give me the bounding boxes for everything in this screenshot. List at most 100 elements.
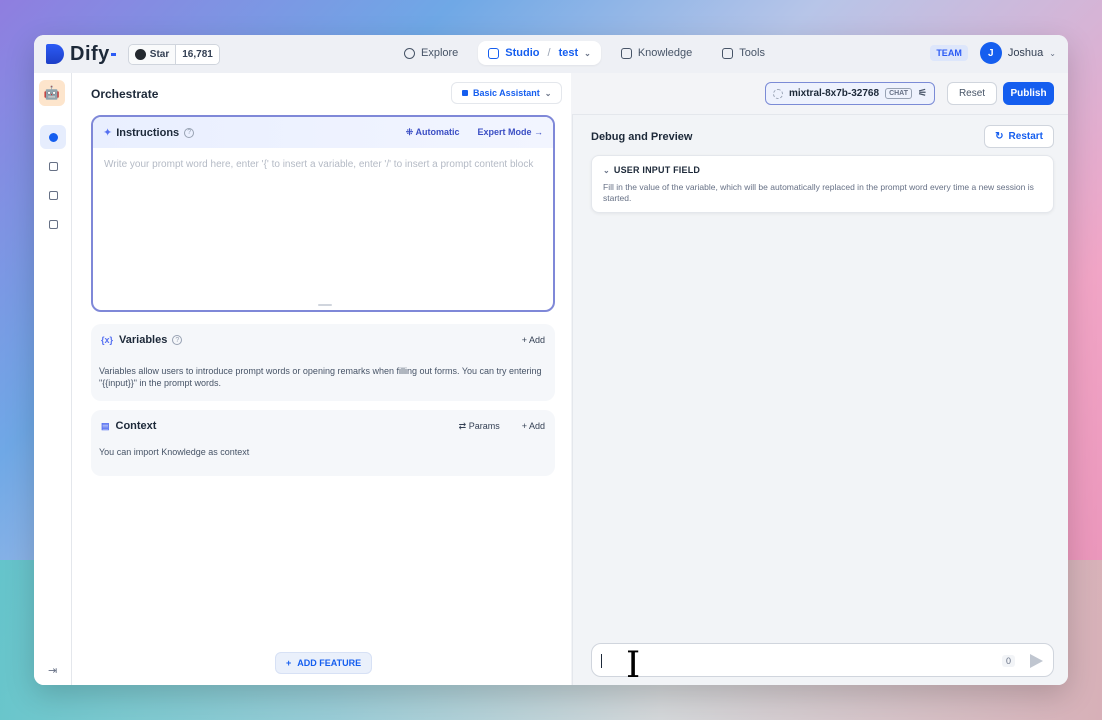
chevron-down-icon: ⌄ (603, 165, 610, 175)
arrow-right-icon: → (531, 127, 543, 137)
dify-logo[interactable]: Dify (46, 43, 116, 66)
logo-dot (110, 52, 116, 56)
nav-knowledge[interactable]: Knowledge (611, 41, 702, 65)
plus-icon: + (521, 420, 529, 431)
user-input-field-card: ⌄ USER INPUT FIELD Fill in the value of … (591, 155, 1054, 213)
app-switcher[interactable]: test (559, 47, 579, 59)
debug-header-divider (572, 114, 1068, 115)
dify-logo-mark (46, 44, 64, 64)
add-feature-button[interactable]: + ADD FEATURE (275, 652, 373, 674)
user-input-field-title: USER INPUT FIELD (613, 165, 701, 175)
publish-button[interactable]: Publish (1003, 82, 1054, 105)
plus-icon: + (521, 335, 529, 345)
model-name: mixtral-8x7b-32768 (789, 88, 880, 99)
collapse-sidebar-icon[interactable]: ⇥ (48, 664, 57, 677)
send-icon[interactable] (1030, 654, 1043, 668)
github-star-count[interactable]: 16,781 (176, 44, 219, 64)
nav-tools-label: Tools (739, 47, 765, 59)
nav-tools[interactable]: Tools (712, 41, 775, 65)
model-selector[interactable]: mixtral-8x7b-32768 CHAT ⚟ (765, 82, 935, 105)
variables-card: {x} Variables ? + Add Variables allow us… (91, 324, 555, 401)
help-icon[interactable]: ? (184, 127, 195, 138)
variables-actions: + Add (522, 335, 545, 345)
app-mode-selector[interactable]: Basic Assistant ⌄ (451, 82, 563, 104)
document-icon: ▤ (101, 420, 110, 431)
nav-separator: / (547, 47, 551, 59)
context-actions: ⇄ Params + Add (459, 421, 545, 432)
dify-logo-text: Dify (70, 42, 110, 65)
gear-icon (48, 132, 58, 142)
model-provider-icon (773, 88, 783, 99)
team-badge: TEAM (930, 45, 968, 61)
reset-button[interactable]: Reset (947, 82, 997, 105)
add-context-button[interactable]: + Add (522, 421, 545, 432)
app-icon[interactable]: 🤖 (39, 80, 65, 106)
sidebar-item-orchestrate[interactable] (40, 125, 66, 149)
instructions-title: Instructions (116, 126, 180, 139)
refresh-icon: ↻ (995, 131, 1004, 142)
github-star-label: Star (149, 48, 170, 60)
expert-mode-button[interactable]: Expert Mode → (477, 127, 543, 138)
automatic-label: Automatic (415, 127, 460, 137)
text-cursor-icon: I (626, 645, 641, 686)
nav-studio-label: Studio (505, 47, 540, 59)
plus-icon: + (286, 658, 292, 668)
add-variable-button[interactable]: + Add (522, 335, 545, 345)
variables-header: {x} Variables ? + Add (91, 324, 555, 356)
nav-knowledge-label: Knowledge (637, 47, 693, 59)
add-context-label: Add (528, 420, 545, 431)
github-star-widget[interactable]: Star 16,781 (127, 43, 220, 65)
debug-title: Debug and Preview (591, 131, 693, 143)
restart-button[interactable]: ↻ Restart (984, 125, 1054, 148)
params-button[interactable]: ⇄ Params (459, 421, 500, 432)
orchestrate-panel: Orchestrate Basic Assistant ⌄ ✦ Instruct… (72, 73, 571, 685)
help-icon[interactable]: ? (172, 335, 183, 345)
variable-icon: {x} (101, 335, 114, 345)
terminal-icon (48, 190, 58, 200)
main-nav: Explore Studio / test ⌄ Knowledge Tools (394, 41, 775, 65)
debug-panel: Debug and Preview ↻ Restart ⌄ USER INPUT… (572, 114, 1068, 685)
params-label: Params (468, 420, 500, 431)
user-input-field-description: Fill in the value of the variable, which… (603, 182, 1034, 203)
user-menu[interactable]: J Joshua ⌄ (979, 42, 1056, 64)
github-star-button[interactable]: Star (128, 44, 177, 64)
magic-icon: ⁜ (405, 127, 416, 137)
expert-mode-label: Expert Mode (477, 127, 532, 137)
nav-studio[interactable]: Studio / test ⌄ (478, 41, 601, 65)
github-icon (134, 48, 146, 60)
chevron-down-icon: ⌄ (584, 48, 591, 58)
assistant-icon (462, 90, 468, 96)
chevron-down-icon: ⌄ (544, 88, 552, 98)
instructions-actions: ⁜ Automatic Expert Mode → (406, 127, 543, 138)
prompt-input[interactable]: Write your prompt word here, enter '{' t… (93, 148, 553, 182)
top-navigation: Dify Star 16,781 Explore Studio / test ⌄ (34, 35, 1068, 73)
context-description: You can import Knowledge as context (99, 447, 250, 457)
document-icon (48, 219, 58, 229)
app-window: Dify Star 16,781 Explore Studio / test ⌄ (34, 35, 1068, 685)
chat-input[interactable]: 0 (591, 643, 1054, 677)
sidebar-item-api[interactable] (40, 183, 66, 207)
sliders-icon: ⚟ (917, 88, 927, 99)
char-count: 0 (1001, 655, 1015, 667)
avatar: J (979, 42, 1002, 64)
chart-icon (48, 161, 58, 171)
resize-handle[interactable] (318, 304, 332, 306)
sidebar-item-logs[interactable] (40, 212, 66, 236)
sidebar-item-overview[interactable] (40, 154, 66, 178)
app-sidebar: 🤖 ⇥ (34, 73, 72, 685)
text-caret (601, 654, 602, 668)
context-card: ▤ Context ⇄ Params + Add You can import … (91, 410, 555, 476)
instructions-header: ✦ Instructions ? ⁜ Automatic Expert Mode… (93, 117, 553, 148)
swap-icon: ⇄ (458, 420, 469, 431)
nav-explore-label: Explore (421, 47, 459, 59)
chevron-down-icon: ⌄ (1049, 48, 1056, 58)
page-title: Orchestrate (91, 87, 159, 101)
add-variable-label: Add (528, 335, 545, 345)
app-mode-label: Basic Assistant (473, 88, 540, 98)
user-input-field-toggle[interactable]: ⌄ USER INPUT FIELD (603, 165, 1042, 175)
nav-explore[interactable]: Explore (394, 41, 468, 65)
automatic-button[interactable]: ⁜ Automatic (406, 127, 460, 138)
knowledge-icon (620, 47, 632, 59)
user-name: Joshua (1007, 47, 1044, 59)
tools-icon (722, 47, 734, 59)
